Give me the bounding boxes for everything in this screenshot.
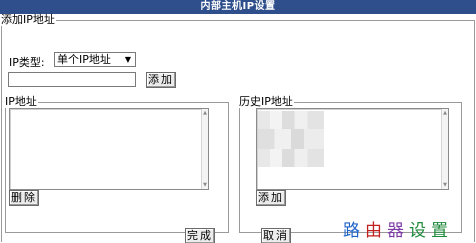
watermark-char-4: 设置 xyxy=(409,221,453,241)
ip-type-select[interactable]: 单个IP地址 ▼ xyxy=(54,52,136,67)
blurred-history-entries xyxy=(258,111,324,167)
add-ip-legend: 添加IP地址 xyxy=(1,13,55,26)
watermark-char-1: 路 xyxy=(343,221,365,241)
add-history-button[interactable]: 添加 xyxy=(256,190,286,206)
add-ip-button[interactable]: 添加 xyxy=(146,72,176,88)
watermark-char-2: 由 xyxy=(365,221,387,241)
ip-list-scrollbar[interactable]: ▲ ▼ xyxy=(201,109,208,189)
ip-type-value: 单个IP地址 xyxy=(57,53,111,66)
scroll-down-icon[interactable]: ▼ xyxy=(202,182,208,188)
dropdown-arrow-icon: ▼ xyxy=(124,55,131,64)
scroll-up-icon[interactable]: ▲ xyxy=(202,110,208,116)
window-title: 内部主机IP设置 xyxy=(0,0,476,14)
ip-address-list[interactable]: ▲ ▼ xyxy=(9,108,209,190)
watermark: 路由器设置 xyxy=(343,216,453,241)
ip-address-legend: IP地址 xyxy=(5,95,37,108)
scroll-up-icon[interactable]: ▲ xyxy=(442,110,448,116)
history-ip-legend: 历史IP地址 xyxy=(239,95,293,108)
cancel-button[interactable]: 取消 xyxy=(261,228,291,243)
ip-type-label: IP类型: xyxy=(9,56,45,69)
ip-address-input[interactable] xyxy=(8,72,136,87)
watermark-char-3: 器 xyxy=(387,221,409,241)
done-button[interactable]: 完成 xyxy=(185,228,215,243)
scroll-down-icon[interactable]: ▼ xyxy=(442,182,448,188)
delete-button[interactable]: 删除 xyxy=(9,190,39,206)
history-list-scrollbar[interactable]: ▲ ▼ xyxy=(441,109,448,189)
